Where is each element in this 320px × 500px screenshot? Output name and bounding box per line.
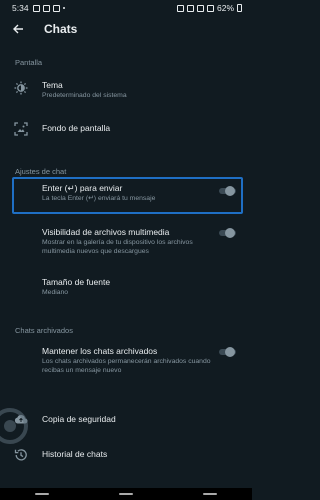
setting-title: Mantener los chats archivados <box>42 346 158 356</box>
setting-theme[interactable]: Tema Predeterminado del sistema <box>0 80 252 100</box>
highlight-box <box>12 177 243 214</box>
home-button[interactable] <box>119 493 133 495</box>
system-icons: 62% <box>176 3 242 13</box>
setting-subtitle: Los chats archivados permanecerán archiv… <box>42 358 211 374</box>
setting-chat-history[interactable]: Historial de chats <box>0 447 252 462</box>
back-arrow-icon <box>13 24 23 34</box>
status-time: 5:34 <box>12 3 29 13</box>
setting-backup[interactable]: Copia de seguridad <box>0 412 252 426</box>
section-chat-settings: Ajustes de chat <box>15 167 67 176</box>
back-button[interactable] <box>8 19 28 39</box>
watermark-logo <box>0 408 28 444</box>
setting-font-size[interactable]: Tamaño de fuente Mediano <box>0 277 252 297</box>
app-bar: Chats <box>0 16 252 42</box>
notification-icon <box>52 4 60 12</box>
battery-icon <box>237 4 242 12</box>
location-icon <box>186 4 194 12</box>
signal-icon <box>206 4 214 12</box>
setting-title: Historial de chats <box>42 449 108 459</box>
alarm-icon <box>176 4 184 12</box>
setting-keep-archived[interactable]: Mantener los chats archivados Los chats … <box>0 346 252 375</box>
system-navigation-bar <box>0 488 252 500</box>
setting-title: Copia de seguridad <box>42 414 116 424</box>
setting-title: Tema <box>42 80 63 90</box>
page-title: Chats <box>44 22 78 36</box>
notification-icon <box>42 4 50 12</box>
wifi-icon <box>196 4 204 12</box>
setting-title: Visibilidad de archivos multimedia <box>42 227 170 237</box>
setting-subtitle: Predeterminado del sistema <box>42 92 127 99</box>
setting-wallpaper[interactable]: Fondo de pantalla <box>0 121 252 136</box>
history-icon <box>14 449 27 461</box>
setting-title: Tamaño de fuente <box>42 277 111 287</box>
setting-title: Fondo de pantalla <box>42 123 111 133</box>
notification-icons <box>32 4 65 12</box>
theme-icon <box>14 81 28 95</box>
wallpaper-icon <box>14 122 28 136</box>
notification-icon <box>32 4 40 12</box>
media-visibility-toggle[interactable] <box>217 228 237 238</box>
more-notifications-icon <box>62 7 65 9</box>
status-bar: 5:34 62% <box>0 0 252 16</box>
section-archived-chats: Chats archivados <box>15 326 73 335</box>
setting-subtitle: Mediano <box>42 289 69 296</box>
battery-level: 62% <box>216 3 234 13</box>
setting-media-visibility[interactable]: Visibilidad de archivos multimedia Mostr… <box>0 227 252 256</box>
section-display: Pantalla <box>15 58 43 67</box>
setting-subtitle: Mostrar en la galería de tu dispositivo … <box>42 239 193 255</box>
keep-archived-toggle[interactable] <box>217 347 237 357</box>
back-nav-button[interactable] <box>203 493 217 495</box>
recent-apps-button[interactable] <box>35 493 49 495</box>
